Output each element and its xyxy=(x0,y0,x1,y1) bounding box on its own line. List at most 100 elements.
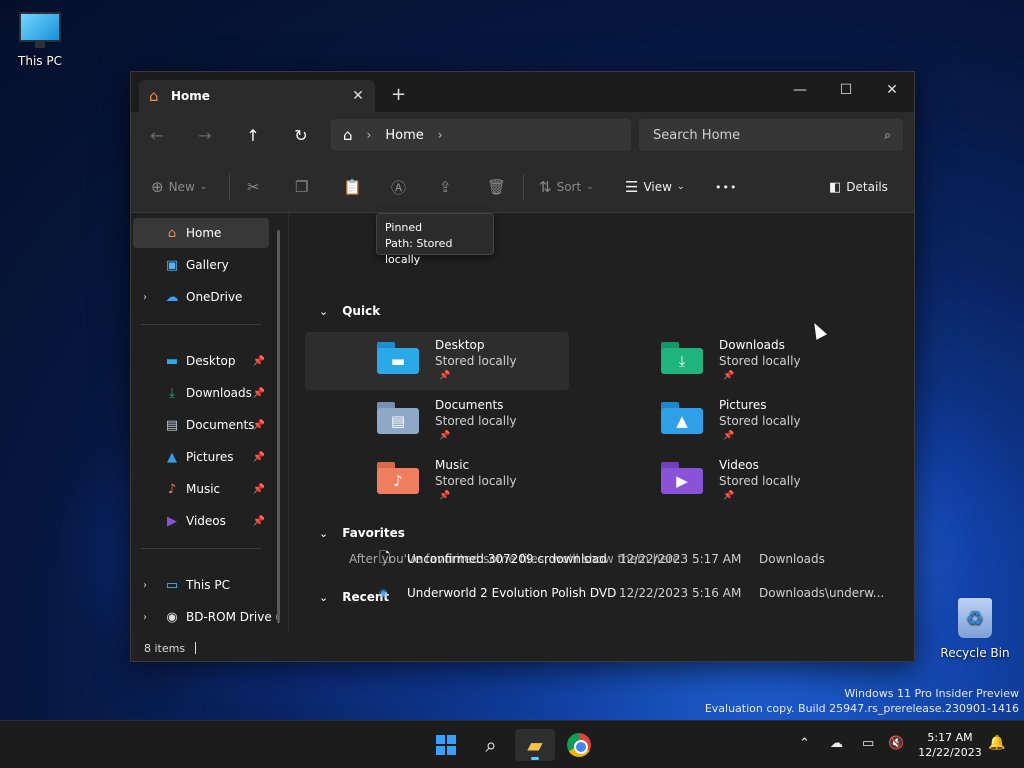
documents-icon: ▤ xyxy=(165,417,179,433)
sidebar-item-gallery[interactable]: ▣ Gallery xyxy=(133,250,269,280)
minimize-button[interactable]: — xyxy=(777,76,823,104)
sidebar-item-pictures[interactable]: ▲ Pictures 📌 xyxy=(133,442,269,472)
close-window-button[interactable]: ✕ xyxy=(869,76,914,104)
folder-tile-music[interactable]: ♪ Music Stored locally 📌 xyxy=(305,452,569,510)
divider xyxy=(141,324,261,325)
sort-icon: ⇅ xyxy=(539,178,552,196)
folder-location: Stored locally xyxy=(435,414,517,428)
sidebar-item-this-pc[interactable]: › ▭ This PC xyxy=(133,570,269,600)
clock[interactable]: 5:17 AM 12/22/2023 xyxy=(918,730,982,760)
pin-icon[interactable]: 📌 xyxy=(253,484,265,495)
desktop-icon-recycle-bin[interactable]: ♻ Recycle Bin xyxy=(935,598,1015,660)
sidebar-item-documents[interactable]: ▤ Documents 📌 xyxy=(133,410,269,440)
plus-circle-icon: ⊕ xyxy=(151,178,164,196)
sort-button[interactable]: ⇅ Sort ⌄ xyxy=(539,176,594,198)
chevron-right-icon[interactable]: › xyxy=(143,580,147,591)
section-title: Favorites xyxy=(342,526,405,540)
share-button[interactable]: ⇪ xyxy=(439,176,457,198)
sidebar-item-onedrive[interactable]: › ☁ OneDrive xyxy=(133,282,269,312)
sidebar-item-downloads[interactable]: ⤓ Downloads 📌 xyxy=(133,378,269,408)
divider xyxy=(141,548,261,549)
sidebar-item-home[interactable]: ⌂ Home xyxy=(133,218,269,248)
volume-muted-icon[interactable]: 🔇 xyxy=(888,736,904,751)
desktop-icon-this-pc[interactable]: This PC xyxy=(0,12,80,68)
folder-tile-pictures[interactable]: ▲ Pictures Stored locally 📌 xyxy=(589,392,853,450)
more-options-button[interactable]: ••• xyxy=(715,176,737,198)
tooltip-path: Path: Stored locally xyxy=(385,237,453,266)
pin-icon: 📌 xyxy=(439,431,451,441)
delete-button[interactable]: 🗑 xyxy=(487,176,511,198)
notification-bell-icon[interactable]: 🔔 xyxy=(988,735,1005,751)
pin-icon: 📌 xyxy=(723,431,735,441)
pin-icon[interactable]: 📌 xyxy=(253,388,265,399)
details-pane-button[interactable]: ◧ Details xyxy=(829,176,888,198)
new-tab-button[interactable]: + xyxy=(391,84,406,105)
table-row[interactable]: 🗋 Unconfirmed 307209.crdownload 12/22/20… xyxy=(379,544,889,574)
pin-icon[interactable]: 📌 xyxy=(253,516,265,527)
chevron-right-icon[interactable]: › xyxy=(143,612,147,623)
gallery-icon: ▣ xyxy=(165,257,179,273)
videos-icon: ▶ xyxy=(167,513,177,529)
sidebar-item-label: Downloads xyxy=(186,386,252,400)
chevron-right-icon[interactable]: › xyxy=(143,292,147,303)
folder-tile-videos[interactable]: ▶ Videos Stored locally 📌 xyxy=(589,452,853,510)
search-input[interactable]: Search Home ⌕ xyxy=(639,119,903,151)
disc-icon: ◉ xyxy=(166,609,178,625)
copy-icon: ❐ xyxy=(295,178,309,196)
pin-icon[interactable]: 📌 xyxy=(253,452,265,463)
tooltip-title: Pinned xyxy=(385,221,423,234)
watermark-line: Windows 11 Pro Insider Preview xyxy=(844,687,1019,700)
forward-button[interactable]: → xyxy=(193,124,217,148)
breadcrumb-home[interactable]: Home xyxy=(385,128,423,143)
pin-icon[interactable]: 📌 xyxy=(253,356,265,367)
folder-tile-desktop[interactable]: ▬ Desktop Stored locally 📌 xyxy=(305,332,569,390)
start-button[interactable] xyxy=(426,729,466,761)
refresh-button[interactable]: ↻ xyxy=(289,124,313,148)
pin-icon: 📌 xyxy=(439,491,451,501)
folder-tile-documents[interactable]: ▤ Documents Stored locally 📌 xyxy=(305,392,569,450)
table-row[interactable]: ◉ Underworld 2 Evolution Polish DVD 12/2… xyxy=(379,578,889,608)
maximize-button[interactable]: ☐ xyxy=(823,76,869,104)
back-button[interactable]: ← xyxy=(145,124,169,148)
new-button[interactable]: ⊕ New ⌄ xyxy=(151,176,207,198)
sidebar-scrollbar[interactable] xyxy=(277,230,280,622)
folder-location: Stored locally xyxy=(719,354,801,368)
copy-button[interactable]: ❐ xyxy=(295,176,313,198)
show-hidden-icons-button[interactable]: ⌃ xyxy=(799,736,810,751)
onedrive-offline-icon[interactable]: ☁ xyxy=(830,736,843,751)
section-favorites[interactable]: ⌄ Favorites xyxy=(319,526,405,540)
file-explorer-taskbar-button[interactable]: ▰ xyxy=(515,729,555,761)
cut-button[interactable]: ✂ xyxy=(247,176,265,198)
search-button[interactable]: ⌕ xyxy=(471,729,511,761)
sidebar-item-bd-rom[interactable]: › ◉ BD-ROM Drive ( xyxy=(133,602,280,632)
list-view-icon: ☰ xyxy=(625,178,639,196)
close-tab-button[interactable]: ✕ xyxy=(351,88,365,104)
sidebar-item-desktop[interactable]: ▬ Desktop 📌 xyxy=(133,346,269,376)
search-icon: ⌕ xyxy=(884,127,891,142)
sidebar-item-videos[interactable]: ▶ Videos 📌 xyxy=(133,506,269,536)
paste-button[interactable]: 📋 xyxy=(343,176,367,198)
folder-name: Music xyxy=(435,458,470,472)
folder-body: ▲ xyxy=(661,408,703,434)
address-bar[interactable]: ⌂ › Home › xyxy=(331,119,631,151)
section-quick-access[interactable]: ⌄ Quick xyxy=(319,304,380,318)
desktop-icon: ▬ xyxy=(165,353,179,369)
folder-name: Desktop xyxy=(435,338,485,352)
up-button[interactable]: ↑ xyxy=(241,124,265,148)
view-button[interactable]: ☰ View ⌄ xyxy=(625,176,684,198)
pin-icon[interactable]: 📌 xyxy=(253,420,265,431)
pin-icon: 📌 xyxy=(439,371,451,381)
chrome-taskbar-button[interactable] xyxy=(559,729,599,761)
clock-date: 12/22/2023 xyxy=(918,746,982,759)
sidebar-item-music[interactable]: ♪ Music 📌 xyxy=(133,474,269,504)
download-icon: ⤓ xyxy=(169,385,175,401)
recent-file-location: Downloads\underw... xyxy=(759,586,885,600)
network-icon[interactable]: ▭ xyxy=(862,736,874,751)
rename-button[interactable]: Ⓐ xyxy=(391,176,411,198)
chevron-down-icon: ⌄ xyxy=(319,304,329,318)
tab-home[interactable]: ⌂ Home ✕ xyxy=(139,80,375,112)
navigation-pane: ⌂ Home ▣ Gallery › ☁ OneDrive ▬ Desktop … xyxy=(131,214,286,632)
folder-tile-downloads[interactable]: ⤓ Downloads Stored locally 📌 xyxy=(589,332,853,390)
sidebar-item-label: OneDrive xyxy=(186,290,243,304)
watermark-line: Evaluation copy. Build 25947.rs_prerelea… xyxy=(704,702,1019,715)
